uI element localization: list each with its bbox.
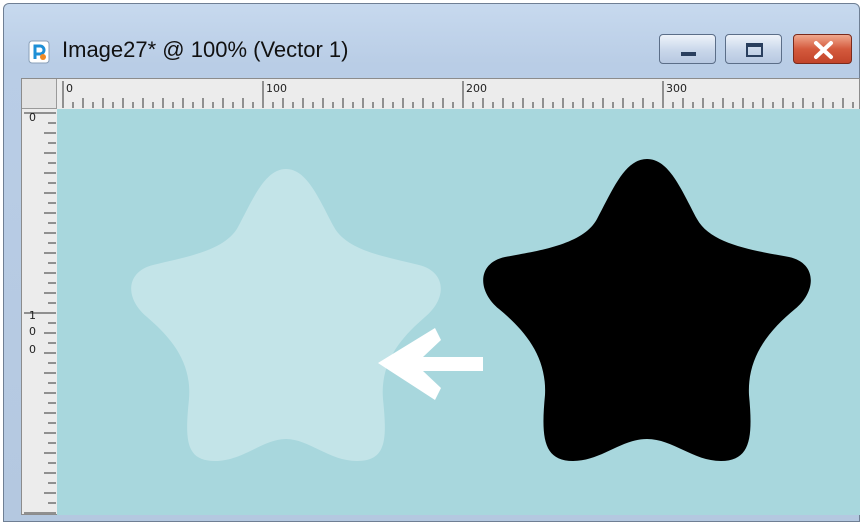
minimize-button[interactable] bbox=[659, 34, 716, 64]
ruler-label: 100 bbox=[266, 82, 287, 95]
ruler-label: 200 bbox=[466, 82, 487, 95]
ruler-label: 0 bbox=[29, 325, 36, 338]
minimize-icon bbox=[681, 52, 696, 56]
ruler-label: 0 bbox=[29, 343, 36, 356]
maximize-button[interactable] bbox=[725, 34, 782, 64]
image-canvas[interactable] bbox=[57, 109, 860, 515]
ruler-corner bbox=[22, 79, 57, 109]
paintshop-pro-app-icon bbox=[28, 40, 50, 64]
document-window: Image27* @ 100% (Vector 1) 0 100 200 300 01… bbox=[3, 3, 860, 522]
vertical-ruler[interactable]: 0 1 0 0 bbox=[22, 109, 58, 514]
horizontal-ruler[interactable]: 0 100 200 300 bbox=[57, 79, 859, 110]
ruler-label: 0 bbox=[29, 111, 36, 124]
black-star[interactable] bbox=[483, 159, 811, 461]
close-button[interactable] bbox=[793, 34, 852, 64]
ruler-label: 1 bbox=[29, 309, 36, 322]
ruler-label: 0 bbox=[66, 82, 73, 95]
ruler-label: 300 bbox=[666, 82, 687, 95]
faded-star[interactable] bbox=[131, 169, 441, 461]
restore-icon bbox=[746, 43, 763, 57]
window-title: Image27* @ 100% (Vector 1) bbox=[62, 37, 349, 62]
title-bar[interactable]: Image27* @ 100% (Vector 1) bbox=[4, 4, 859, 68]
close-icon bbox=[814, 41, 833, 59]
